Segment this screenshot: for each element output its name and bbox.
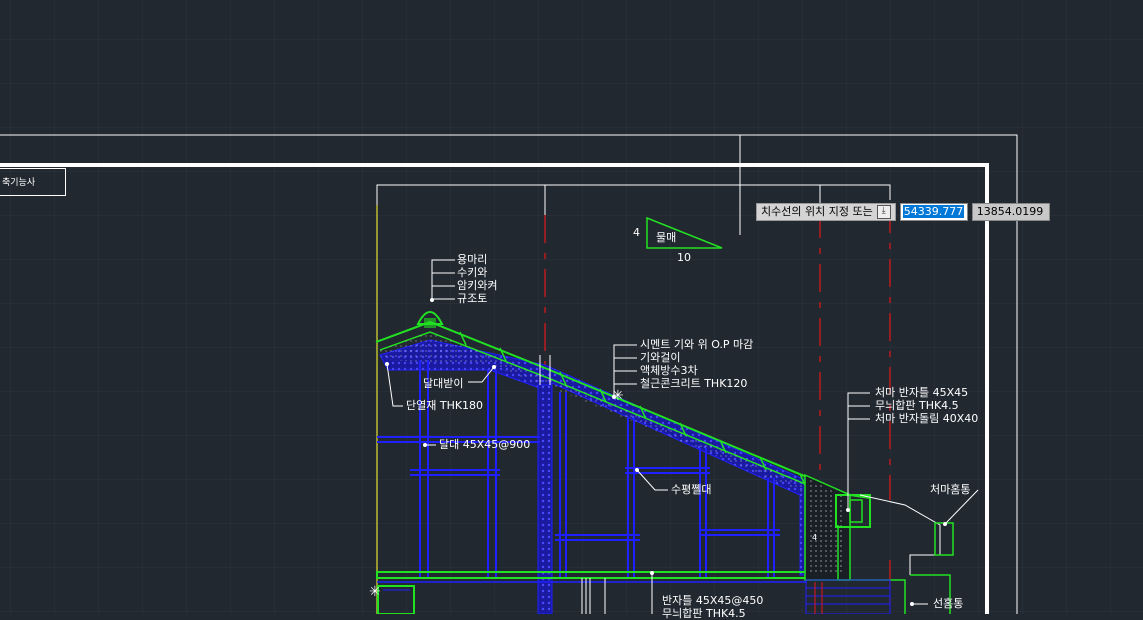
slope-run: 10 [677, 251, 691, 264]
annotation-roof-3: 액체방수3차 [640, 364, 698, 377]
annotation-ridge-3: 암키와켜 [457, 279, 498, 292]
annotation-roof-2: 기와걸이 [640, 351, 681, 364]
annotation-ceiling-2: 무늬합판 THK4.5 [662, 607, 746, 620]
annotation-ridge-1: 용마리 [457, 253, 488, 266]
snap-marker: ✳ [369, 584, 381, 600]
column [537, 355, 553, 614]
annotation-roof-1: 시멘트 기와 위 O.P 마감 [640, 338, 754, 351]
download-arrow-icon[interactable]: ⤓ [876, 205, 891, 219]
annotation-ceiling-1: 반자틀 45X45@450 [662, 594, 764, 607]
titleblock-label: 축기능사 [0, 168, 66, 196]
annotation-hanger: 달대 45X45@900 [439, 438, 531, 451]
dimension-y-input[interactable]: 13854.0199 [971, 203, 1050, 221]
annotation-horizontal-member: 수평쪨대 [671, 483, 712, 496]
dynamic-input-prompt: 치수선의 위치 지정 또는 ⤓ [756, 203, 896, 221]
dynamic-input[interactable]: 치수선의 위치 지정 또는 ⤓ 54339.777 13854.0199 [756, 202, 1050, 222]
annotation-ridge-4: 규조토 [457, 292, 488, 305]
annotation-gutter: 처마홈통 [930, 483, 971, 496]
annotation-ridge-2: 수키와 [457, 266, 488, 279]
annotation-eave-2: 무늬합판 THK4.5 [875, 399, 959, 412]
dynamic-input-prompt-text: 치수선의 위치 지정 또는 [761, 205, 873, 218]
hatch-mark: 4 [812, 533, 818, 542]
cad-drawing-canvas[interactable]: ✳ ✳ [0, 0, 1143, 614]
snap-marker: ✳ [612, 388, 624, 404]
annotation-roof-4: 철근콘크리트 THK120 [640, 377, 748, 390]
annotation-downspout: 선홈통 [933, 597, 964, 610]
annotation-insulation: 단열재 THK180 [406, 399, 484, 412]
dimension-x-value[interactable]: 54339.777 [902, 205, 965, 218]
annotation-rafter-hanger: 달대받이 [423, 377, 464, 390]
dimension-x-input[interactable]: 54339.777 [899, 203, 968, 221]
drawing-grid [0, 0, 1143, 614]
slope-label: 물매 [656, 231, 677, 244]
annotation-eave-1: 처마 반자틀 45X45 [875, 386, 969, 399]
slope-rise: 4 [633, 226, 640, 239]
annotation-eave-3: 처마 반자돌림 40X40 [875, 412, 979, 425]
